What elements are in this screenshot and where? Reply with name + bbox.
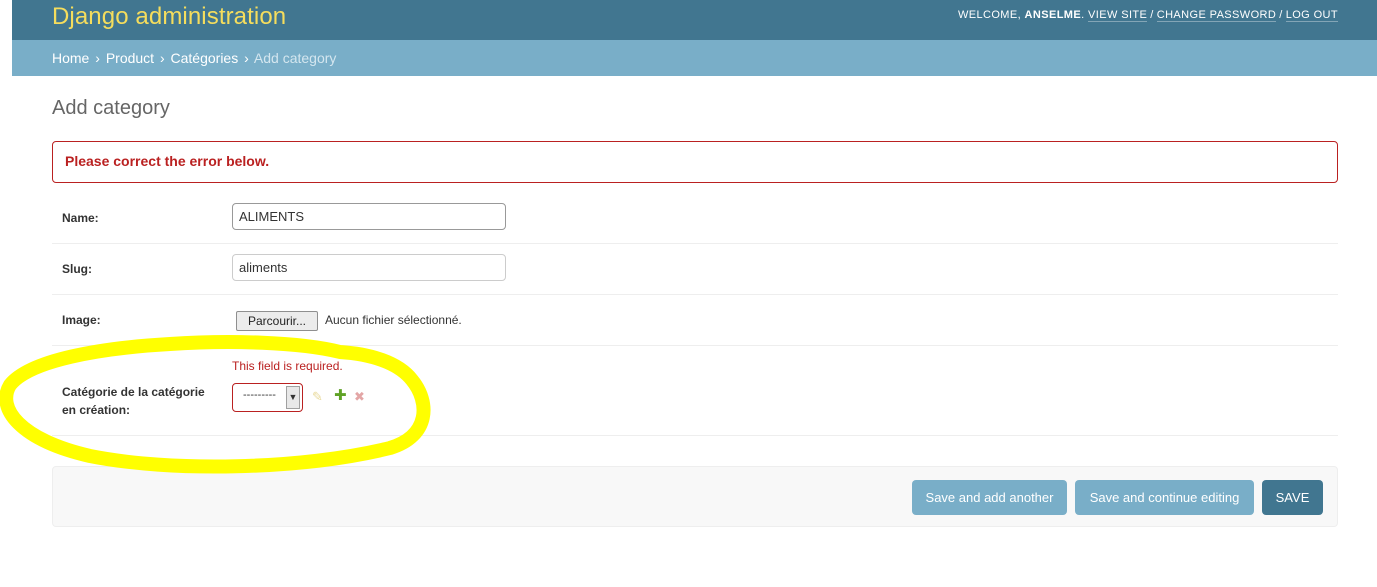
user-tools: Welcome, anselme. View site / Change passw… xyxy=(957,9,1338,22)
save-and-add-another-button[interactable]: Save and add another xyxy=(912,480,1067,515)
site-branding[interactable]: Django administration xyxy=(52,3,286,31)
log-out-link[interactable]: Log out xyxy=(1285,9,1338,22)
welcome-text: Welcome, xyxy=(957,9,1022,21)
form-row-parent-category: Catégorie de la catégorie en création: T… xyxy=(52,346,1338,436)
breadcrumb: Home › Product › Catégories › Add catego… xyxy=(12,40,1377,76)
parent-category-select[interactable]: --------- ▼ xyxy=(232,383,303,412)
save-and-continue-button[interactable]: Save and continue editing xyxy=(1075,480,1254,515)
field-error-text: This field is required. xyxy=(232,359,343,373)
change-password-link[interactable]: Change password xyxy=(1156,9,1277,22)
view-site-link[interactable]: View site xyxy=(1088,9,1148,22)
breadcrumb-product[interactable]: Product xyxy=(106,50,154,66)
error-note-text: Please correct the error below. xyxy=(65,153,270,169)
form-row-image: Image: Parcourir... Aucun fichier sélect… xyxy=(52,295,1338,346)
plus-icon[interactable]: ✚ xyxy=(334,388,347,403)
breadcrumb-current: Add category xyxy=(253,50,337,66)
page-title: Add category xyxy=(52,97,170,119)
chevron-down-icon[interactable]: ▼ xyxy=(286,386,300,409)
slug-input[interactable]: aliments xyxy=(232,254,506,281)
breadcrumb-separator: › xyxy=(244,50,249,66)
breadcrumb-categories[interactable]: Catégories xyxy=(171,50,239,66)
save-button[interactable]: SAVE xyxy=(1262,480,1323,515)
file-browse-button[interactable]: Parcourir... xyxy=(236,311,318,331)
x-icon[interactable]: ✖ xyxy=(354,390,365,403)
header: Django administration Welcome, anselme. … xyxy=(12,0,1377,40)
breadcrumb-home[interactable]: Home xyxy=(52,50,89,66)
name-input[interactable]: ALIMENTS xyxy=(232,203,506,230)
submit-row: Save and add another Save and continue e… xyxy=(52,466,1338,527)
name-label: Name: xyxy=(62,211,99,225)
parent-category-label: Catégorie de la catégorie en création: xyxy=(62,383,205,419)
admin-page: Django administration Welcome, anselme. … xyxy=(0,0,1377,587)
image-label: Image: xyxy=(62,313,101,327)
form-row-slug: Slug: aliments xyxy=(52,244,1338,295)
error-note: Please correct the error below. xyxy=(52,141,1338,183)
slug-label: Slug: xyxy=(62,262,92,276)
pencil-icon[interactable]: ✎ xyxy=(312,390,323,403)
breadcrumb-separator: › xyxy=(95,50,100,66)
file-status-text: Aucun fichier sélectionné. xyxy=(325,313,462,327)
parent-category-label-line2: en création: xyxy=(62,403,131,417)
breadcrumb-separator: › xyxy=(159,50,165,66)
form-row-name: Name: ALIMENTS xyxy=(52,192,1338,244)
parent-category-label-line1: Catégorie de la catégorie xyxy=(62,385,205,399)
select-value: --------- xyxy=(243,389,276,401)
username: anselme xyxy=(1024,9,1082,21)
